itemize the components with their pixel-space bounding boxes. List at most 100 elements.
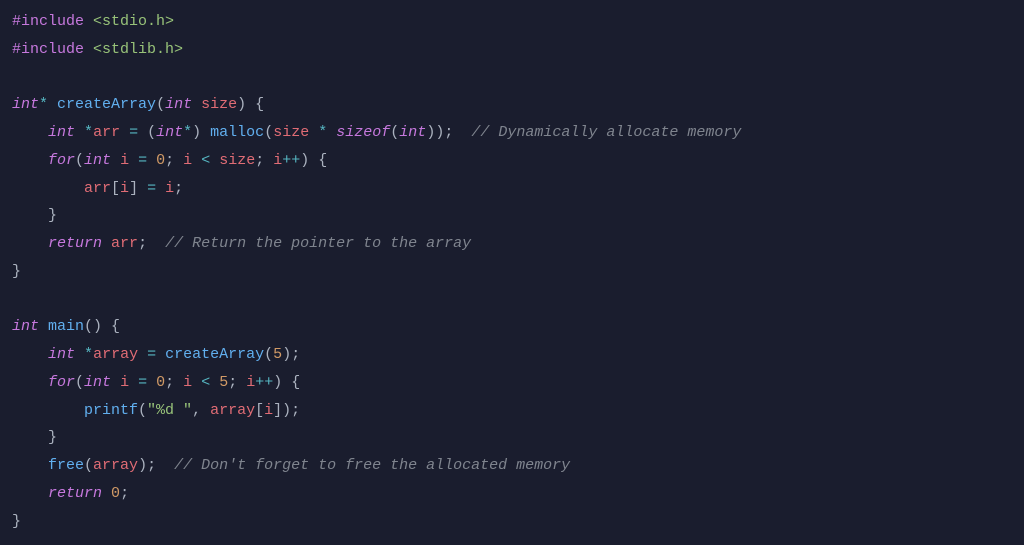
code-token: [309, 124, 318, 141]
code-token: ;: [174, 180, 183, 197]
code-token: [138, 346, 147, 363]
code-token: int: [84, 152, 111, 169]
code-token: sizeof: [336, 124, 390, 141]
code-token: size: [201, 96, 237, 113]
code-token: ++: [282, 152, 300, 169]
code-token: [111, 374, 120, 391]
code-token: free: [48, 457, 84, 474]
code-line: }: [12, 202, 1012, 230]
code-token: [102, 485, 111, 502]
code-token: );: [282, 346, 300, 363]
code-token: int: [48, 124, 75, 141]
code-token: i: [120, 152, 129, 169]
code-token: // Dynamically allocate memory: [471, 124, 741, 141]
code-token: [147, 374, 156, 391]
code-token: ) {: [237, 96, 264, 113]
code-token: [156, 346, 165, 363]
code-token: i: [264, 402, 273, 419]
code-token: <: [201, 152, 210, 169]
code-token: *: [183, 124, 192, 141]
code-token: ]);: [273, 402, 300, 419]
code-token: int: [12, 318, 39, 335]
code-token: 0: [156, 152, 165, 169]
code-token: [210, 152, 219, 169]
code-token: [192, 96, 201, 113]
code-token: ));: [426, 124, 471, 141]
code-token: [84, 41, 93, 58]
code-token: [84, 13, 93, 30]
code-token: }: [12, 513, 21, 530]
code-token: return: [48, 485, 102, 502]
code-token: i: [273, 152, 282, 169]
code-line: [12, 286, 1012, 314]
code-block: #include <stdio.h> #include <stdlib.h> in…: [12, 8, 1012, 535]
code-line: }: [12, 424, 1012, 452]
code-token: #include: [12, 13, 84, 30]
code-token: int: [156, 124, 183, 141]
code-token: i: [246, 374, 255, 391]
code-line: }: [12, 508, 1012, 536]
code-token: int: [12, 96, 39, 113]
code-token: ;: [138, 235, 165, 252]
code-token: i: [183, 152, 192, 169]
code-line: }: [12, 258, 1012, 286]
code-line: int *array = createArray(5);: [12, 341, 1012, 369]
code-line: int* createArray(int size) {: [12, 91, 1012, 119]
code-token: array: [93, 346, 138, 363]
code-token: [48, 96, 57, 113]
code-token: *: [39, 96, 48, 113]
code-token: int: [48, 346, 75, 363]
code-token: );: [138, 457, 174, 474]
code-line: free(array); // Don't forget to free the…: [12, 452, 1012, 480]
code-token: (: [390, 124, 399, 141]
code-token: ) {: [300, 152, 327, 169]
code-token: main: [48, 318, 84, 335]
code-token: ;: [120, 485, 129, 502]
code-token: #include: [12, 41, 84, 58]
code-token: [120, 124, 129, 141]
code-token: *: [84, 346, 93, 363]
code-token: [75, 124, 84, 141]
code-token: =: [138, 152, 147, 169]
code-token: "%d ": [147, 402, 192, 419]
code-token: <stdio.h>: [93, 13, 174, 30]
code-token: (: [84, 457, 93, 474]
code-token: arr: [93, 124, 120, 141]
code-token: i: [183, 374, 192, 391]
code-token: 0: [156, 374, 165, 391]
code-token: i: [120, 374, 129, 391]
code-token: int: [165, 96, 192, 113]
code-token: [39, 318, 48, 335]
code-token: =: [129, 124, 138, 141]
code-token: // Don't forget to free the allocated me…: [174, 457, 570, 474]
code-token: for: [48, 152, 75, 169]
code-token: ) {: [273, 374, 300, 391]
code-token: ;: [255, 152, 273, 169]
code-token: =: [147, 180, 156, 197]
code-token: (: [138, 402, 147, 419]
code-token: =: [138, 374, 147, 391]
code-token: return: [48, 235, 102, 252]
code-line: for(int i = 0; i < 5; i++) {: [12, 369, 1012, 397]
code-token: <: [201, 374, 210, 391]
code-token: (: [75, 374, 84, 391]
code-token: ;: [165, 152, 183, 169]
code-line: for(int i = 0; i < size; i++) {: [12, 147, 1012, 175]
code-token: ++: [255, 374, 273, 391]
code-token: i: [165, 180, 174, 197]
code-token: (: [138, 124, 156, 141]
code-token: int: [399, 124, 426, 141]
code-token: 5: [219, 374, 228, 391]
code-token: [156, 180, 165, 197]
code-token: [129, 374, 138, 391]
code-line: printf("%d ", array[i]);: [12, 397, 1012, 425]
code-line: return arr; // Return the pointer to the…: [12, 230, 1012, 258]
code-token: ): [192, 124, 210, 141]
code-token: [: [111, 180, 120, 197]
code-token: [192, 152, 201, 169]
code-token: (: [75, 152, 84, 169]
code-token: for: [48, 374, 75, 391]
code-line: #include <stdlib.h>: [12, 36, 1012, 64]
code-token: [210, 374, 219, 391]
code-line: [12, 64, 1012, 92]
